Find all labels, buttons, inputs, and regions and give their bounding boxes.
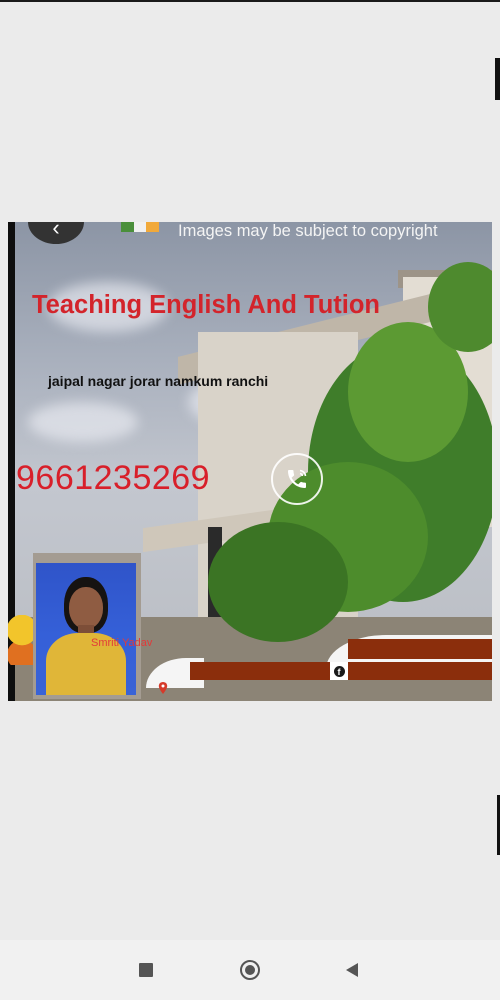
edge-mark (495, 58, 500, 100)
top-border (0, 0, 500, 2)
system-nav-bar (0, 940, 500, 1000)
flag-icon (121, 222, 159, 232)
phone-number: 9661235269 (16, 459, 211, 497)
phone-icon (271, 453, 323, 505)
portrait-photo (36, 563, 136, 695)
festive-decoration (8, 615, 36, 665)
square-icon[interactable] (134, 958, 158, 982)
banner-bar (348, 639, 492, 659)
facebook-icon: f (330, 662, 348, 680)
circle-icon[interactable] (238, 958, 262, 982)
triangle-back-icon[interactable] (340, 958, 364, 982)
poster-title: Teaching English And Tution (32, 291, 380, 319)
copyright-notice: Images may be subject to copyright (178, 222, 438, 240)
poster-address: jaipal nagar jorar namkum ranchi (48, 373, 269, 389)
person-name: Smriti Yadav (91, 637, 153, 649)
location-pin-icon (158, 682, 168, 694)
image-preview[interactable]: ‹ Images may be subject to copyright Tea… (8, 222, 492, 701)
